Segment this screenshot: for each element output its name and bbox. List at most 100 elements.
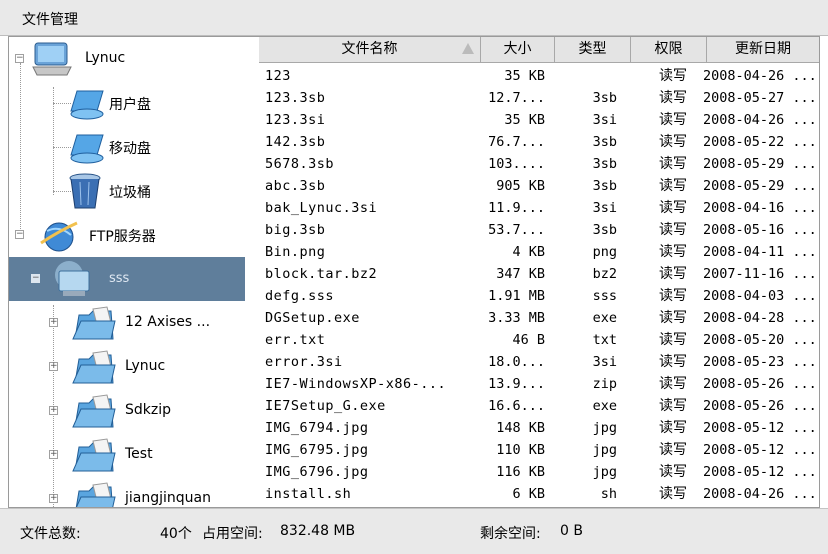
file-row[interactable]: IMG_6794.jpg 148 KB jpg 读写 2008-05-12 ... xyxy=(259,417,819,439)
tree-item-folder[interactable]: + Lynuc xyxy=(9,345,245,389)
tree-item-sss[interactable]: − sss xyxy=(9,257,245,301)
column-header-date[interactable]: 更新日期 xyxy=(707,37,819,63)
file-permission-cell: 读写 xyxy=(659,442,687,458)
file-name-cell: big.3sb xyxy=(265,222,326,238)
status-bar: 文件总数: 40个 占用空间: 832.48 MB 剩余空间: 0 B xyxy=(0,508,828,554)
file-permission-cell: 读写 xyxy=(659,68,687,84)
file-size-cell: 18.0... xyxy=(488,354,545,370)
column-header-size[interactable]: 大小 xyxy=(481,37,555,63)
expand-toggle[interactable]: + xyxy=(49,450,58,459)
file-row[interactable]: Bin.png 4 KB png 读写 2008-04-11 ... xyxy=(259,241,819,263)
file-row[interactable]: install.sh 6 KB sh 读写 2008-04-26 ... xyxy=(259,483,819,505)
title-bar: 文件管理 xyxy=(0,0,828,36)
file-date-cell: 2008-04-20 ... xyxy=(703,505,819,507)
file-row[interactable]: err.txt 46 B txt 读写 2008-05-20 ... xyxy=(259,329,819,351)
file-row[interactable]: bak_Lynuc.3si 11.9... 3si 读写 2008-04-16 ... xyxy=(259,197,819,219)
file-row[interactable]: big.3sb 53.7... 3sb 读写 2008-05-16 ... xyxy=(259,219,819,241)
folder-icon xyxy=(72,438,116,472)
file-permission-cell: 读写 xyxy=(659,266,687,282)
file-permission-cell: 读写 xyxy=(659,464,687,480)
file-row[interactable]: IE7Setup_G.exe 16.6... exe 读写 2008-05-26 ... xyxy=(259,395,819,417)
file-name-cell: IMG_6795.jpg xyxy=(265,442,369,458)
tree-item-label: Test xyxy=(125,446,153,462)
tree-item-mobile-drive[interactable]: 移动盘 xyxy=(9,125,245,169)
column-header-permission[interactable]: 权限 xyxy=(631,37,707,63)
tree-item-ftp-server[interactable]: − FTP服务器 xyxy=(9,213,245,257)
file-permission-cell: 读写 xyxy=(659,222,687,238)
tree-item-label: Sdkzip xyxy=(125,402,172,418)
folder-icon xyxy=(72,350,116,384)
file-size-cell: 11.9... xyxy=(488,200,545,216)
expand-toggle[interactable]: − xyxy=(15,54,24,63)
file-size-cell: 16.6... xyxy=(488,398,545,414)
folder-tree[interactable]: − Lynuc 用户盘 移动盘 垃圾桶 − FTP服务器 − sss + 12 … xyxy=(9,37,245,507)
file-name-cell: install.sh xyxy=(265,486,352,502)
tree-item-label: jiangjinquan xyxy=(125,490,211,506)
file-name-cell: 123 xyxy=(265,68,291,84)
expand-toggle[interactable]: + xyxy=(49,406,58,415)
file-row[interactable]: 123.3si 35 KB 3si 读写 2008-04-26 ... xyxy=(259,109,819,131)
file-name-cell: error.3si xyxy=(265,354,343,370)
file-size-cell: 905 KB xyxy=(496,178,545,194)
file-row[interactable]: IMG_6795.jpg 110 KB jpg 读写 2008-05-12 ... xyxy=(259,439,819,461)
file-name-cell: block.tar.bz2 xyxy=(265,266,378,282)
column-header-type[interactable]: 类型 xyxy=(555,37,631,63)
file-row[interactable]: error.3si 18.0... 3si 读写 2008-05-23 ... xyxy=(259,351,819,373)
tree-item-folder[interactable]: + jiangjinquan xyxy=(9,477,245,507)
file-row[interactable]: 123 35 KB 读写 2008-04-26 ... xyxy=(259,65,819,87)
file-type-cell: 3sb xyxy=(592,178,617,194)
column-header-name[interactable]: 文件名称 xyxy=(259,37,481,63)
file-type-cell: exe xyxy=(592,398,617,414)
file-name-cell: 123.3sb xyxy=(265,90,326,106)
file-name-cell: IE7Setup_G.exe xyxy=(265,398,386,414)
tree-item-recycle-bin[interactable]: 垃圾桶 xyxy=(9,169,245,213)
file-row[interactable]: 142.3sb 76.7... 3sb 读写 2008-05-22 ... xyxy=(259,131,819,153)
file-size-cell: 148 KB xyxy=(496,420,545,436)
file-name-cell: DGSetup.exe xyxy=(265,310,360,326)
file-manager-frame: − Lynuc 用户盘 移动盘 垃圾桶 − FTP服务器 − sss + 12 … xyxy=(8,36,820,508)
file-name-cell: 5678.3sb xyxy=(265,156,335,172)
tree-item-label: 移动盘 xyxy=(109,141,151,157)
file-type-cell: sh xyxy=(600,486,617,502)
window-title: 文件管理 xyxy=(22,12,78,28)
file-row[interactable]: 5678.3sb 103.... 3sb 读写 2008-05-29 ... xyxy=(259,153,819,175)
tree-item-folder[interactable]: + 12 Axises ... xyxy=(9,301,245,345)
file-date-cell: 2008-05-16 ... xyxy=(703,222,817,238)
file-row[interactable]: block.tar.bz2 347 KB bz2 读写 2007-11-16 ... xyxy=(259,263,819,285)
expand-toggle[interactable]: − xyxy=(15,230,24,239)
file-name-cell: IMG_6794.jpg xyxy=(265,420,369,436)
file-size-cell: 103.... xyxy=(488,156,545,172)
file-size-cell: 35 KB xyxy=(504,112,545,128)
tree-item-label: 用户盘 xyxy=(109,97,151,113)
file-date-cell: 2008-05-29 ... xyxy=(703,178,817,194)
expand-toggle[interactable]: + xyxy=(49,362,58,371)
drive-icon xyxy=(70,90,104,120)
file-row[interactable]: abc.3sb 905 KB 3sb 读写 2008-05-29 ... xyxy=(259,175,819,197)
file-name-cell: bak_Lynuc.3si xyxy=(265,200,378,216)
file-row[interactable]: IMG_6796.jpg 116 KB jpg 读写 2008-05-12 ... xyxy=(259,461,819,483)
tree-item-label: sss xyxy=(109,271,130,286)
file-list-header: 文件名称 大小 类型 权限 更新日期 xyxy=(259,37,819,63)
file-list[interactable]: 文件名称 大小 类型 权限 更新日期 123 35 KB 读写 2008-04-26 … xyxy=(259,37,819,507)
file-date-cell: 2008-05-26 ... xyxy=(703,398,817,414)
file-row[interactable]: IE7-WindowsXP-x86-... 13.9... zip 读写 2008-05… xyxy=(259,373,819,395)
file-row[interactable]: Lynuc.3si13.1... 3si 读写 2008-04-20 ... xyxy=(259,505,819,507)
folder-icon xyxy=(75,482,116,507)
expand-toggle[interactable]: − xyxy=(31,274,40,283)
tree-item-folder[interactable]: + Test xyxy=(9,433,245,477)
file-row[interactable]: defg.sss 1.91 MB sss 读写 2008-04-03 ... xyxy=(259,285,819,307)
file-date-cell: 2008-04-16 ... xyxy=(703,200,817,216)
expand-toggle[interactable]: + xyxy=(49,318,58,327)
file-name-cell: 142.3sb xyxy=(265,134,326,150)
file-date-cell: 2008-05-12 ... xyxy=(703,442,817,458)
expand-toggle[interactable]: + xyxy=(49,494,58,503)
tree-item-folder[interactable]: + Sdkzip xyxy=(9,389,245,433)
file-row[interactable]: DGSetup.exe 3.33 MB exe 读写 2008-04-28 ... xyxy=(259,307,819,329)
tree-item-label: FTP服务器 xyxy=(89,229,156,245)
tree-item-user-drive[interactable]: 用户盘 xyxy=(9,81,245,125)
file-row[interactable]: 123.3sb 12.7... 3sb 读写 2008-05-27 ... xyxy=(259,87,819,109)
tree-item-lynuc-computer[interactable]: − Lynuc xyxy=(9,37,245,81)
file-date-cell: 2008-04-28 ... xyxy=(703,310,817,326)
file-name-cell: 123.3si xyxy=(265,112,326,128)
file-date-cell: 2008-05-27 ... xyxy=(703,90,817,106)
